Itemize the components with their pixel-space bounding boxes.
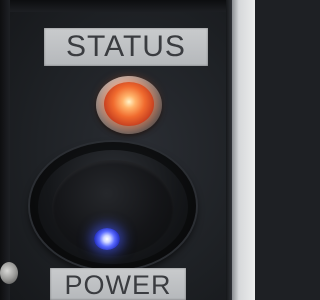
device-panel: STATUS POWER (0, 0, 255, 300)
power-led-icon (94, 228, 120, 250)
left-edge (0, 0, 10, 300)
status-label: STATUS (44, 28, 208, 66)
power-label: POWER (50, 268, 186, 300)
status-led-icon (104, 82, 154, 126)
background-wall (232, 0, 255, 300)
top-bezel (0, 0, 232, 12)
screw-icon (0, 262, 18, 284)
